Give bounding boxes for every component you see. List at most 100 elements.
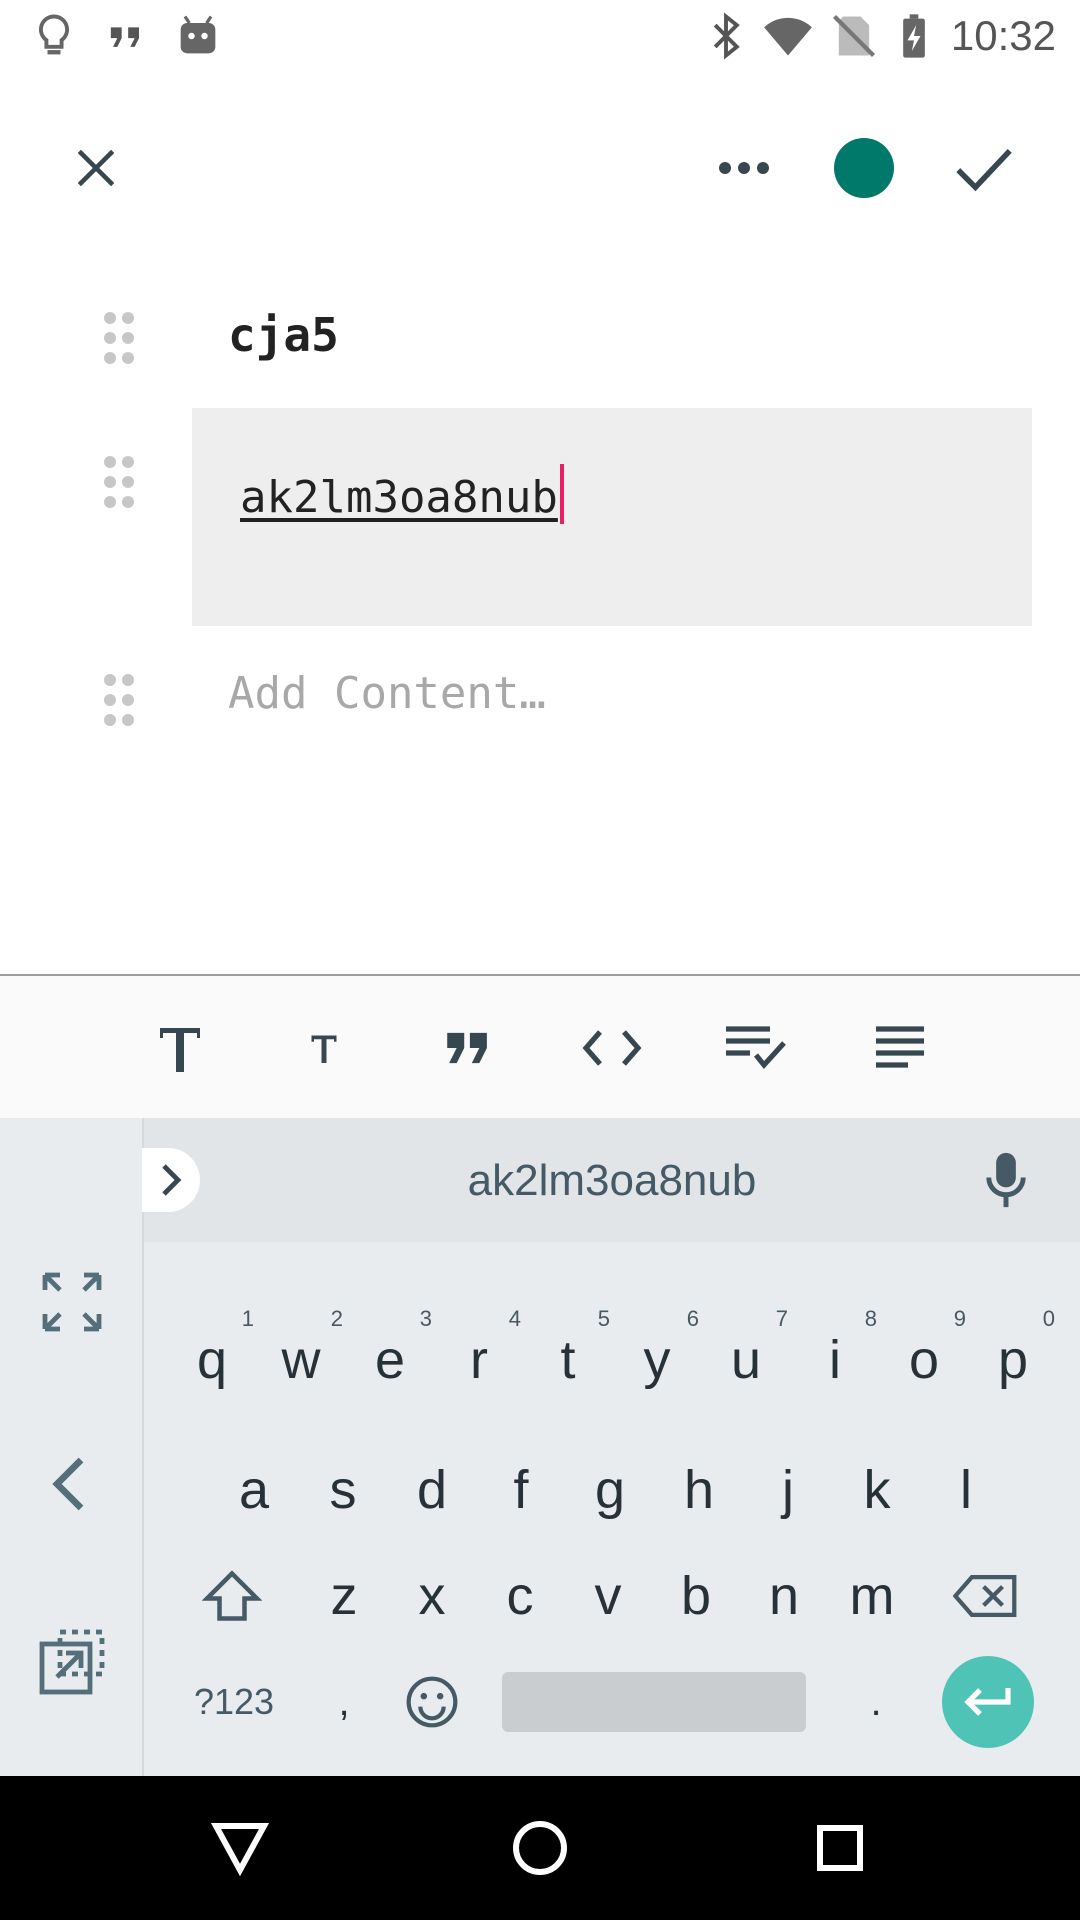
key-w[interactable]: w2 [257, 1306, 345, 1410]
backspace-icon [953, 1571, 1019, 1621]
checklist-button[interactable] [712, 1004, 800, 1092]
back-button[interactable] [200, 1808, 280, 1888]
key-hint: 7 [775, 1306, 788, 1331]
emoji-key[interactable] [388, 1652, 476, 1752]
back-triangle-icon [210, 1820, 270, 1876]
suggestion-strip: ak2lm3oa8nub [142, 1118, 1080, 1242]
format-toolbar [0, 974, 1080, 1120]
android-icon [172, 10, 224, 62]
key-o[interactable]: o9 [880, 1306, 968, 1410]
key-e[interactable]: e3 [346, 1306, 434, 1410]
keyboard-side-panel [0, 1118, 144, 1776]
color-picker-button[interactable] [816, 120, 912, 216]
home-button[interactable] [500, 1808, 580, 1888]
floating-keyboard-icon[interactable] [36, 1626, 108, 1698]
key-label: e [374, 1330, 406, 1390]
key-q[interactable]: q1 [168, 1306, 256, 1410]
heading-small-button[interactable] [280, 1004, 368, 1092]
note-title[interactable]: cja5 [228, 308, 339, 362]
add-content-placeholder[interactable]: Add Content… [228, 668, 546, 719]
key-g[interactable]: g [566, 1440, 654, 1540]
key-label: q [196, 1330, 228, 1390]
key-p[interactable]: p0 [969, 1306, 1057, 1410]
code-button[interactable] [568, 1004, 656, 1092]
confirm-button[interactable] [936, 120, 1032, 216]
key-hint: 5 [597, 1306, 610, 1331]
suggestion-word[interactable]: ak2lm3oa8nub [144, 1156, 1080, 1206]
emoji-icon [404, 1674, 460, 1730]
key-l[interactable]: l [922, 1440, 1010, 1540]
quote-icon [444, 1031, 492, 1065]
close-button[interactable] [48, 120, 144, 216]
wifi-icon [762, 10, 814, 62]
quote-button[interactable] [424, 1004, 512, 1092]
microphone-icon [976, 1148, 1036, 1212]
navigation-bar [0, 1776, 1080, 1920]
symbols-key[interactable]: ?123 [184, 1652, 284, 1752]
key-b[interactable]: b [652, 1546, 740, 1646]
recents-square-icon [814, 1822, 866, 1874]
space-key[interactable] [502, 1672, 806, 1732]
period-key[interactable]: . [832, 1652, 920, 1752]
key-label: t [560, 1330, 576, 1390]
microphone-button[interactable] [976, 1148, 1036, 1212]
battery-charging-icon [888, 10, 940, 62]
key-k[interactable]: k [833, 1440, 921, 1540]
more-options-button[interactable] [696, 120, 792, 216]
key-u[interactable]: u7 [702, 1306, 790, 1410]
check-icon [954, 143, 1014, 193]
key-c[interactable]: c [476, 1546, 564, 1646]
status-bar: 10:32 [0, 0, 1080, 72]
key-label: i [829, 1330, 841, 1390]
home-circle-icon [510, 1818, 570, 1878]
enter-key[interactable] [942, 1656, 1034, 1748]
key-v[interactable]: v [564, 1546, 652, 1646]
text-caret [559, 464, 564, 524]
chevron-left-icon[interactable] [36, 1448, 108, 1520]
comma-key[interactable]: , [300, 1652, 388, 1752]
key-label: r [470, 1330, 488, 1390]
key-r[interactable]: r4 [435, 1306, 523, 1410]
key-j[interactable]: j [744, 1440, 832, 1540]
key-y[interactable]: y6 [613, 1306, 701, 1410]
key-label: y [643, 1330, 671, 1390]
keyboard: ak2lm3oa8nub q1w2e3r4t5y6u7i8o9p0 asdfgh… [0, 1118, 1080, 1776]
backspace-key[interactable] [942, 1546, 1030, 1646]
key-n[interactable]: n [740, 1546, 828, 1646]
key-h[interactable]: h [655, 1440, 743, 1540]
key-x[interactable]: x [388, 1546, 476, 1646]
no-sim-icon [828, 10, 880, 62]
lightbulb-icon [28, 10, 80, 62]
content-input[interactable]: ak2lm3oa8nub [240, 464, 564, 524]
key-d[interactable]: d [388, 1440, 476, 1540]
key-f[interactable]: f [477, 1440, 565, 1540]
key-a[interactable]: a [210, 1440, 298, 1540]
drag-handle-title[interactable] [100, 310, 140, 366]
key-label: p [997, 1330, 1029, 1390]
key-hint: 9 [953, 1306, 966, 1331]
heading-small-icon [309, 1031, 339, 1065]
key-z[interactable]: z [300, 1546, 388, 1646]
key-s[interactable]: s [299, 1440, 387, 1540]
checklist-icon [724, 1025, 788, 1071]
fullscreen-expand-icon[interactable] [36, 1266, 108, 1338]
drag-handle-add[interactable] [100, 672, 140, 728]
content-block[interactable]: ak2lm3oa8nub [192, 408, 1032, 626]
code-icon [582, 1028, 642, 1068]
key-hint: 4 [508, 1306, 521, 1331]
key-t[interactable]: t5 [524, 1306, 612, 1410]
heading-large-button[interactable] [136, 1004, 224, 1092]
key-m[interactable]: m [828, 1546, 916, 1646]
more-horizontal-icon [717, 158, 771, 178]
heading-large-icon [156, 1022, 204, 1074]
key-hint: 1 [241, 1306, 254, 1331]
bluetooth-icon [700, 10, 752, 62]
key-hint: 8 [864, 1306, 877, 1331]
key-hint: 6 [686, 1306, 699, 1331]
key-i[interactable]: i8 [791, 1306, 879, 1410]
key-label: u [730, 1330, 762, 1390]
drag-handle-content[interactable] [100, 454, 140, 510]
shift-key[interactable] [188, 1546, 276, 1646]
recents-button[interactable] [800, 1808, 880, 1888]
paragraph-button[interactable] [856, 1004, 944, 1092]
